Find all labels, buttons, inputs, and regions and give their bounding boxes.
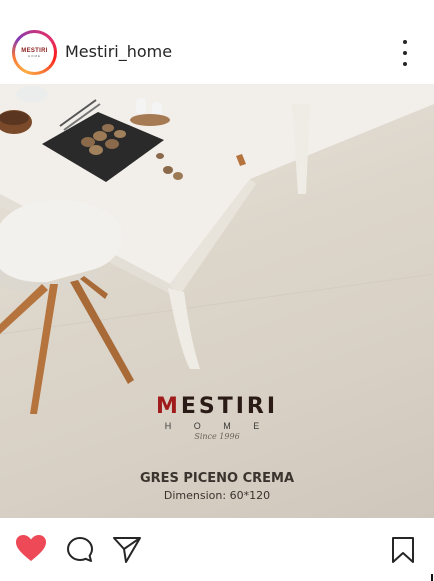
post-header: MESTIRI HOME Mestiri_home [0, 0, 434, 84]
comment-bubble-icon[interactable] [66, 536, 94, 564]
brand-subtitle: H O M E [164, 421, 270, 431]
post-photo [0, 84, 434, 518]
brand-logo: MESTIRI H O M E Since 1996 [0, 394, 434, 441]
brand-initial: M [155, 394, 181, 419]
avatar[interactable]: MESTIRI HOME [12, 30, 57, 75]
avatar-image: MESTIRI HOME [15, 33, 54, 72]
edge-marker [431, 574, 433, 581]
heart-filled-icon[interactable] [15, 534, 47, 562]
dot [403, 62, 407, 66]
brand-wordmark: MESTIRI [0, 394, 434, 419]
action-bar [0, 518, 434, 581]
product-dimension: Dimension: 60*120 [163, 489, 271, 502]
avatar-logo-text: MESTIRI [21, 47, 48, 54]
bookmark-icon[interactable] [390, 536, 416, 564]
post-image[interactable]: MESTIRI H O M E Since 1996 GRES PICENO C… [0, 84, 434, 518]
product-name: GRES PICENO CREMA [139, 471, 295, 486]
brand-since: Since 1996 [194, 432, 240, 441]
avatar-sub-text: HOME [28, 53, 41, 58]
dot [403, 51, 407, 55]
more-options-icon[interactable] [396, 40, 414, 66]
dot [403, 40, 407, 44]
paper-plane-icon[interactable] [112, 534, 142, 564]
username[interactable]: Mestiri_home [65, 42, 172, 61]
brand-name: ESTIRI [180, 394, 279, 419]
